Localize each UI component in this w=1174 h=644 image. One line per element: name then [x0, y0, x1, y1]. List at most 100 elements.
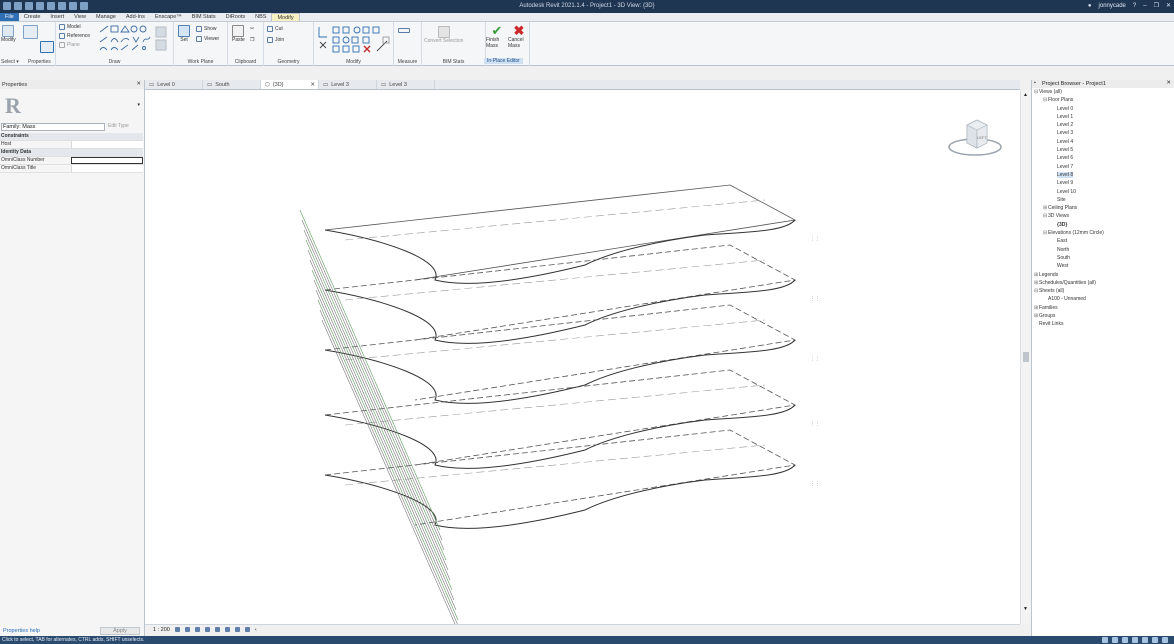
- select-links-icon[interactable]: [1122, 637, 1128, 643]
- crop-view-icon[interactable]: [214, 627, 220, 632]
- close-icon[interactable]: ✕: [136, 81, 141, 87]
- browser-node[interactable]: ⊟Sheets (all): [1032, 287, 1174, 295]
- model-line-button[interactable]: Model: [59, 24, 81, 30]
- cut-button[interactable]: Cut: [267, 26, 283, 32]
- set-work-plane-button[interactable]: Set: [178, 25, 190, 43]
- help-icon[interactable]: ?: [1133, 3, 1136, 9]
- detail-level-icon[interactable]: [174, 627, 180, 632]
- restore-button[interactable]: ❐: [1154, 2, 1159, 9]
- worksets-icon[interactable]: [1102, 637, 1108, 643]
- browser-node[interactable]: Site: [1032, 196, 1174, 204]
- plane-button[interactable]: Plane: [59, 42, 80, 48]
- minimize-button[interactable]: –: [1143, 3, 1146, 9]
- browser-node[interactable]: Level 8: [1032, 171, 1174, 179]
- copy-icon[interactable]: ❐: [250, 37, 254, 43]
- browser-node[interactable]: A100 - Unnamed: [1032, 295, 1174, 303]
- view-tab[interactable]: ▭ Level 3: [319, 80, 377, 89]
- edit-type-button[interactable]: Edit Type: [108, 123, 129, 129]
- browser-node[interactable]: {3D}: [1032, 221, 1174, 229]
- ribbon-tab-add-ins[interactable]: Add-Ins: [121, 13, 150, 21]
- scroll-down-icon[interactable]: ▼: [1023, 606, 1028, 612]
- browser-node[interactable]: ⊞Ceiling Plans: [1032, 204, 1174, 212]
- property-value-field[interactable]: [71, 141, 143, 148]
- browser-node[interactable]: Level 0: [1032, 105, 1174, 113]
- reference-line-button[interactable]: Reference: [59, 33, 90, 39]
- scale-selector[interactable]: 1 : 200: [153, 627, 170, 633]
- sun-path-icon[interactable]: [194, 627, 200, 632]
- apply-button[interactable]: Apply: [100, 627, 140, 635]
- browser-node[interactable]: West: [1032, 262, 1174, 270]
- view-tab[interactable]: ▭ South: [203, 80, 261, 89]
- show-crop-icon[interactable]: [224, 627, 230, 632]
- select-underlay-icon[interactable]: [1132, 637, 1138, 643]
- property-group-header[interactable]: Constraints: [0, 133, 143, 141]
- temp-hide-icon[interactable]: [234, 627, 240, 632]
- browser-node[interactable]: ⊞Families: [1032, 304, 1174, 312]
- design-options-icon[interactable]: [1112, 637, 1118, 643]
- close-icon[interactable]: ✕: [1166, 80, 1171, 86]
- user-name[interactable]: jonnycade: [1099, 3, 1126, 9]
- browser-node[interactable]: Level 6: [1032, 154, 1174, 162]
- browser-node[interactable]: ⊞Legends: [1032, 271, 1174, 279]
- drag-elements-icon[interactable]: [1152, 637, 1158, 643]
- ribbon-tab-view[interactable]: View: [69, 13, 91, 21]
- browser-node[interactable]: ⊞Schedules/Quantities (all): [1032, 279, 1174, 287]
- join-button[interactable]: Join: [267, 37, 284, 43]
- ribbon-tab-diroots[interactable]: DiRoots: [221, 13, 251, 21]
- close-button[interactable]: ✕: [1166, 2, 1171, 9]
- convert-selection-button[interactable]: Convert Selection: [424, 26, 463, 44]
- expand-icon[interactable]: ▪: [1034, 80, 1036, 86]
- ribbon-tab-file[interactable]: File: [0, 13, 19, 21]
- paste-button[interactable]: Paste: [232, 25, 245, 43]
- ribbon-tab-insert[interactable]: Insert: [45, 13, 69, 21]
- browser-node[interactable]: ⊟Views (all): [1032, 88, 1174, 96]
- ribbon-tab-modify[interactable]: Modify: [271, 13, 300, 21]
- browser-node[interactable]: ⊞Groups: [1032, 312, 1174, 320]
- chevron-down-icon[interactable]: ▾: [137, 102, 140, 108]
- browser-node[interactable]: South: [1032, 254, 1174, 262]
- user-icon[interactable]: ●: [1088, 3, 1092, 9]
- viewcube-icon[interactable]: LEFT: [945, 115, 1005, 161]
- property-value-field[interactable]: [71, 157, 143, 164]
- cut-clipboard-icon[interactable]: ✂: [250, 26, 254, 32]
- cancel-mass-button[interactable]: ✖ Cancel Mass: [508, 24, 530, 49]
- modify-tools-icon[interactable]: [317, 25, 391, 53]
- chevron-left-icon[interactable]: ‹: [255, 627, 257, 633]
- browser-node[interactable]: Level 5: [1032, 146, 1174, 154]
- ribbon-tab-enscape-[interactable]: Enscape™: [150, 13, 187, 21]
- 3d-view-canvas[interactable]: ⋮⋮ ⋮⋮ ⋮⋮ ⋮⋮ ⋮⋮: [145, 90, 1020, 641]
- measure-button[interactable]: [398, 28, 410, 33]
- view-tab[interactable]: ⬡ {3D} ✕: [261, 80, 319, 89]
- browser-node[interactable]: Revit Links: [1032, 320, 1174, 328]
- vertical-scroll-thumb[interactable]: [1023, 352, 1029, 362]
- browser-node[interactable]: Level 3: [1032, 129, 1174, 137]
- browser-node[interactable]: ⊟3D Views: [1032, 212, 1174, 220]
- ribbon-tab-manage[interactable]: Manage: [91, 13, 121, 21]
- viewer-button[interactable]: Viewer: [196, 36, 219, 42]
- vertical-scrollbar[interactable]: ▲ ▼: [1020, 90, 1031, 624]
- draw-tools-icon[interactable]: [98, 24, 170, 52]
- browser-node[interactable]: North: [1032, 246, 1174, 254]
- browser-node[interactable]: Level 10: [1032, 188, 1174, 196]
- browser-node[interactable]: East: [1032, 237, 1174, 245]
- browser-node[interactable]: Level 2: [1032, 121, 1174, 129]
- browser-node[interactable]: Level 1: [1032, 113, 1174, 121]
- browser-node[interactable]: Level 7: [1032, 163, 1174, 171]
- visual-style-icon[interactable]: [184, 627, 190, 632]
- filter-icon[interactable]: [1162, 637, 1168, 643]
- view-tab[interactable]: ▭ Level 3: [377, 80, 435, 89]
- properties-toggle-button[interactable]: [40, 41, 54, 53]
- modify-button[interactable]: Modify: [1, 25, 16, 43]
- finish-mass-button[interactable]: ✔ Finish Mass: [486, 24, 508, 49]
- browser-node[interactable]: ⊟Elevations (12mm Circle): [1032, 229, 1174, 237]
- family-types-button[interactable]: [23, 25, 38, 39]
- ribbon-tab-bim-stats[interactable]: BIM Stats: [187, 13, 221, 21]
- property-value-field[interactable]: [71, 165, 143, 172]
- reveal-hidden-icon[interactable]: [244, 627, 250, 632]
- select-pinned-icon[interactable]: [1142, 637, 1148, 643]
- property-group-header[interactable]: Identity Data: [0, 149, 143, 157]
- ribbon-tab-create[interactable]: Create: [19, 13, 46, 21]
- ribbon-tab-nbs[interactable]: NBS: [250, 13, 271, 21]
- view-tab[interactable]: ▭ Level 0: [145, 80, 203, 89]
- scroll-up-icon[interactable]: ▲: [1023, 92, 1028, 98]
